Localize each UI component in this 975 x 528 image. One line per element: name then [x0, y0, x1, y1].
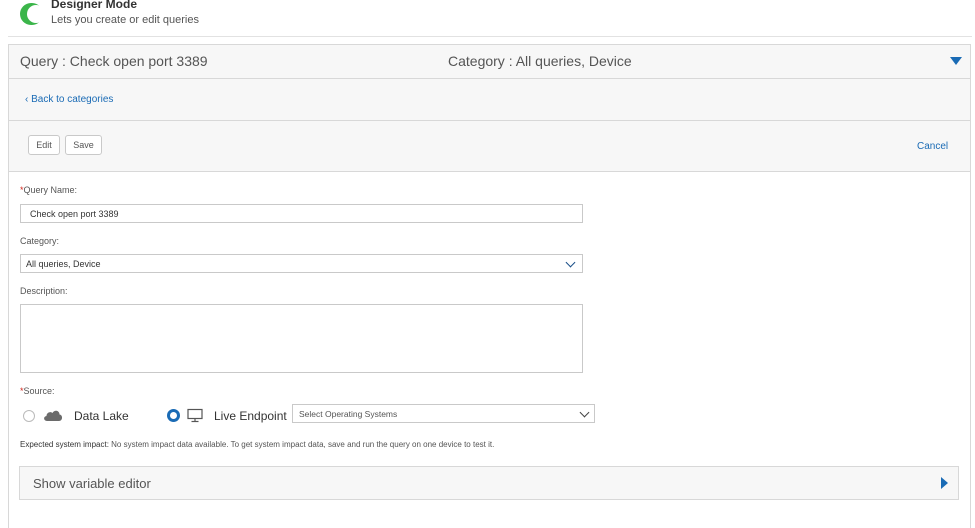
- description-label: Description:: [20, 286, 68, 296]
- caret-right-icon[interactable]: [941, 477, 948, 489]
- designer-mode-toggle[interactable]: [20, 3, 45, 25]
- category-label: Category:: [20, 236, 60, 246]
- cancel-link[interactable]: Cancel: [917, 141, 948, 152]
- designer-mode-title: Designer Mode: [51, 0, 138, 11]
- back-to-categories-link[interactable]: ‹ Back to categories: [25, 94, 113, 105]
- divider: [8, 36, 972, 37]
- query-name-input[interactable]: Check open port 3389: [20, 204, 583, 223]
- edit-button[interactable]: Edit: [28, 135, 60, 155]
- category-value: All queries, Device: [26, 258, 101, 269]
- query-title: Query : Check open port 3389: [20, 53, 208, 69]
- save-button[interactable]: Save: [65, 135, 102, 155]
- data-lake-label[interactable]: Data Lake: [74, 409, 129, 423]
- query-category: Category : All queries, Device: [448, 53, 632, 69]
- back-bar: [9, 79, 970, 121]
- toolbar: [9, 121, 970, 172]
- variable-editor-bar[interactable]: [19, 466, 959, 500]
- cloud-icon: [44, 410, 63, 421]
- designer-mode-subtitle: Lets you create or edit queries: [51, 14, 199, 26]
- caret-down-icon[interactable]: [950, 57, 962, 65]
- live-endpoint-radio[interactable]: [167, 409, 180, 422]
- live-endpoint-label[interactable]: Live Endpoint: [214, 409, 287, 423]
- operating-systems-select[interactable]: Select Operating Systems: [292, 404, 595, 423]
- description-textarea[interactable]: [20, 304, 583, 373]
- chevron-down-icon: [565, 257, 576, 268]
- system-impact-text: Expected system impact: No system impact…: [20, 440, 495, 449]
- category-select[interactable]: All queries, Device: [20, 254, 583, 273]
- variable-editor-label: Show variable editor: [33, 476, 151, 491]
- toggle-knob: [27, 5, 45, 23]
- os-select-placeholder: Select Operating Systems: [299, 408, 398, 419]
- query-name-label: *Query Name:: [20, 185, 78, 195]
- data-lake-radio[interactable]: [23, 410, 35, 422]
- chevron-down-icon: [579, 407, 590, 418]
- source-label: *Source:: [20, 386, 55, 396]
- monitor-icon: [187, 408, 203, 423]
